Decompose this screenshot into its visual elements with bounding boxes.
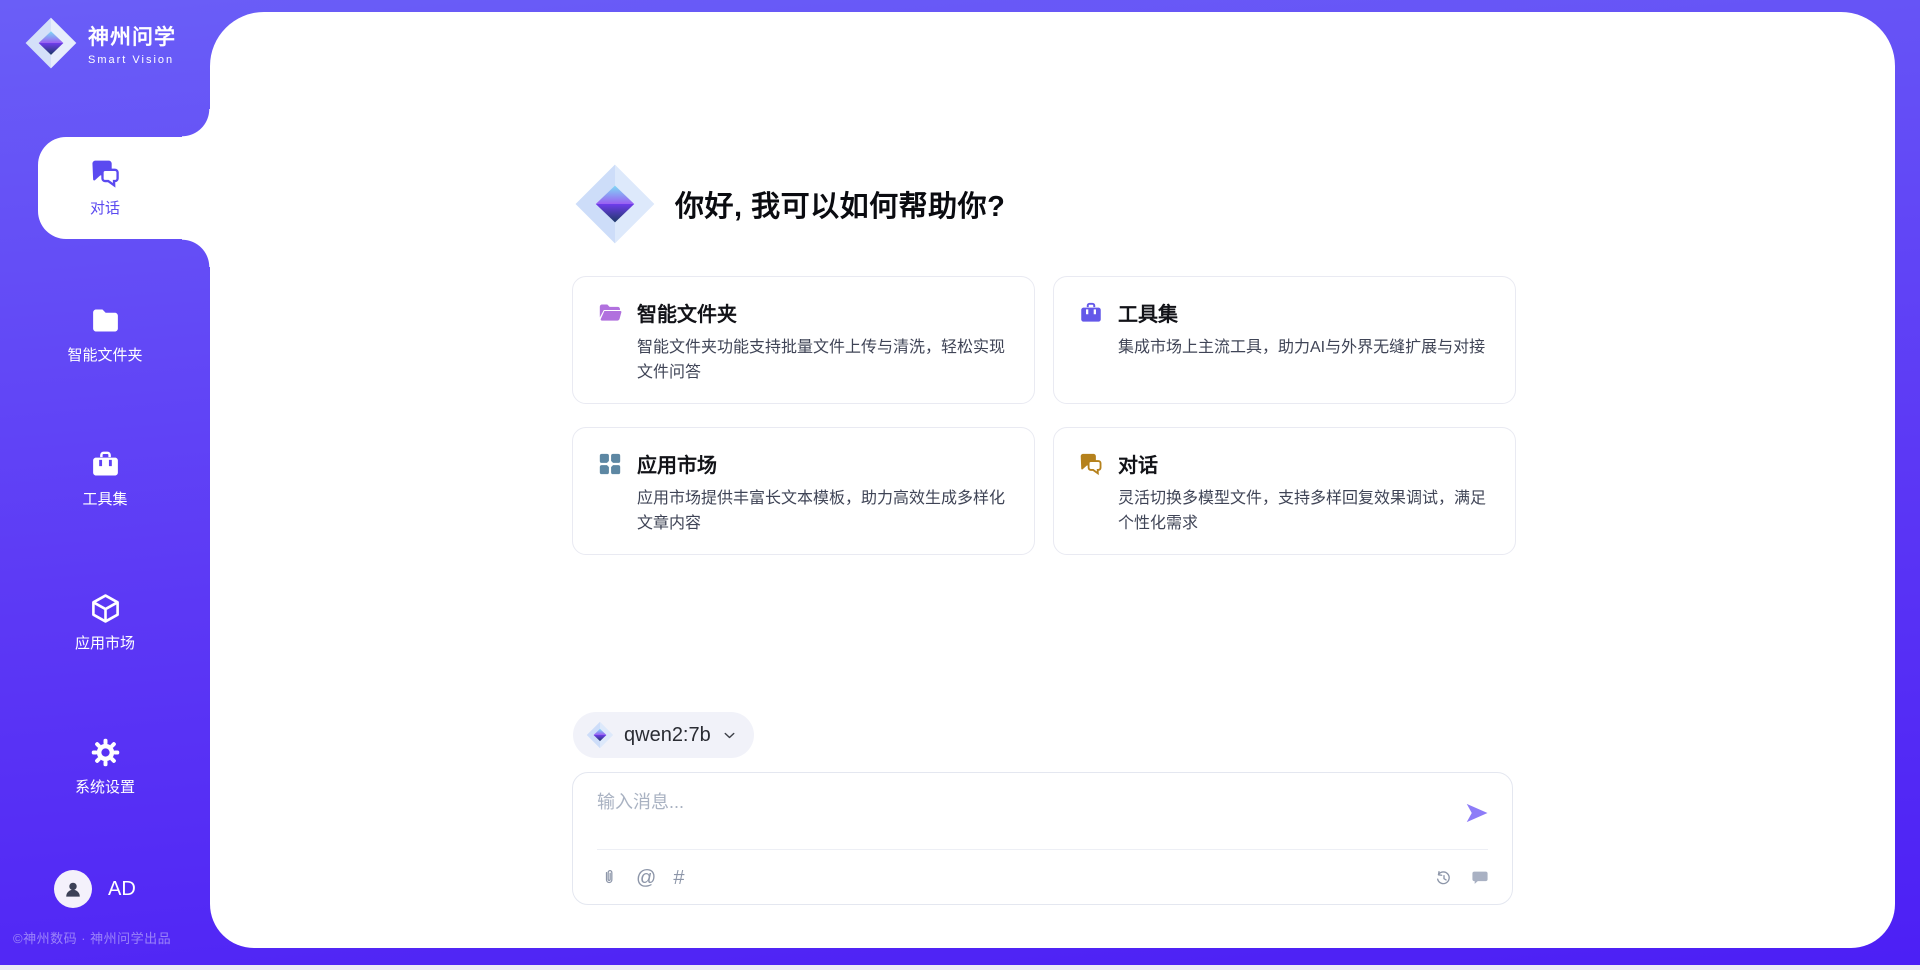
card-description: 智能文件夹功能支持批量文件上传与清洗，轻松实现文件问答 [597,336,1010,386]
avatar [54,870,92,908]
folder-open-icon [597,300,623,326]
copyright-footer: ©神州数码 · 神州问学出品 [13,928,171,947]
user-profile[interactable]: AD [54,870,136,908]
chat-icon [89,157,122,190]
card-chat[interactable]: 对话 灵活切换多模型文件，支持多样回复效果调试，满足个性化需求 [1053,427,1516,555]
greeting: 你好, 我可以如何帮助你? [573,162,1005,246]
card-app-market[interactable]: 应用市场 应用市场提供丰富长文本模板，助力高效生成多样化文章内容 [572,427,1035,555]
page-bottom-strip [0,965,1920,970]
sidebar-item-chat[interactable]: 对话 [0,157,210,218]
assistant-diamond-icon [573,162,657,246]
model-name: qwen2:7b [624,724,711,747]
brand-subtitle: Smart Vision [88,54,176,66]
history-button[interactable] [1434,868,1454,888]
feature-cards: 智能文件夹 智能文件夹功能支持批量文件上传与清洗，轻松实现文件问答 工具集 集成… [572,276,1516,555]
sidebar-item-label: 对话 [90,197,120,218]
grid-icon [597,451,623,477]
sidebar-item-smart-folder[interactable]: 智能文件夹 [0,304,210,365]
folder-icon [89,304,122,337]
send-button[interactable] [1463,799,1491,827]
briefcase-icon [1078,300,1104,326]
active-tab-curve-top [182,109,210,137]
paperclip-icon [599,868,619,888]
model-diamond-icon [586,721,614,749]
attach-file-button[interactable] [599,868,619,888]
active-tab-curve-bottom [182,239,210,267]
brand-name: 神州问学 [88,21,176,51]
chat-bubble-icon [1470,868,1490,888]
user-name: AD [108,878,136,901]
chat-icon [1078,451,1104,477]
chevron-down-icon [721,727,738,744]
briefcase-icon [89,448,122,481]
card-smart-folder[interactable]: 智能文件夹 智能文件夹功能支持批量文件上传与清洗，轻松实现文件问答 [572,276,1035,404]
card-description: 灵活切换多模型文件，支持多样回复效果调试，满足个性化需求 [1078,487,1491,537]
sidebar-item-settings[interactable]: 系统设置 [0,736,210,797]
sidebar: 神州问学 Smart Vision 对话 智能文件夹 工具集 应用市场 [0,0,210,970]
brand-diamond-icon [24,16,78,70]
mention-button[interactable]: @ [636,868,656,888]
card-title: 智能文件夹 [637,298,737,327]
history-icon [1434,868,1454,888]
new-chat-button[interactable] [1470,868,1490,888]
sidebar-item-label: 应用市场 [75,632,135,653]
message-input[interactable] [597,788,1457,842]
card-title: 应用市场 [637,449,717,478]
person-icon [61,877,85,901]
card-title: 工具集 [1118,298,1178,327]
cube-icon [89,592,122,625]
sidebar-item-label: 工具集 [82,488,127,509]
model-selector[interactable]: qwen2:7b [573,712,754,758]
card-description: 应用市场提供丰富长文本模板，助力高效生成多样化文章内容 [597,487,1010,537]
sidebar-item-label: 系统设置 [75,776,135,797]
send-icon [1463,799,1491,827]
sidebar-item-app-market[interactable]: 应用市场 [0,592,210,653]
message-composer: @ # [572,772,1513,905]
brand-logo: 神州问学 Smart Vision [24,16,176,70]
sidebar-item-label: 智能文件夹 [67,344,142,365]
gear-icon [89,736,122,769]
card-title: 对话 [1118,449,1158,478]
sidebar-item-toolset[interactable]: 工具集 [0,448,210,509]
greeting-text: 你好, 我可以如何帮助你? [675,183,1005,225]
hashtag-button[interactable]: # [673,868,684,888]
card-toolset[interactable]: 工具集 集成市场上主流工具，助力AI与外界无缝扩展与对接 [1053,276,1516,404]
card-description: 集成市场上主流工具，助力AI与外界无缝扩展与对接 [1078,336,1491,361]
composer-toolbar: @ # [599,859,1490,897]
composer-divider [597,849,1488,850]
main-panel: 你好, 我可以如何帮助你? 智能文件夹 智能文件夹功能支持批量文件上传与清洗，轻… [210,12,1895,948]
